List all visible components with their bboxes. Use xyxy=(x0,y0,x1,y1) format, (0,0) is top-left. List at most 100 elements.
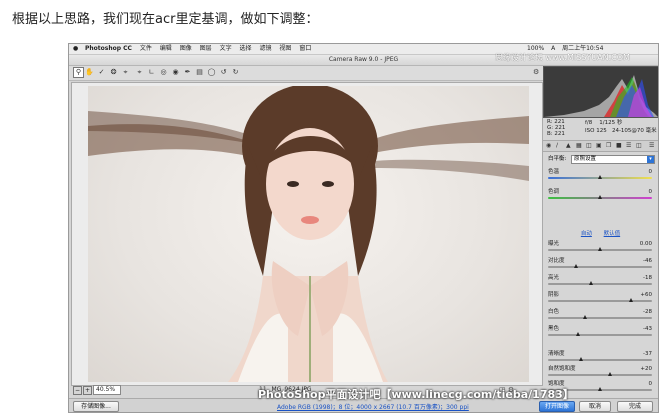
white-balance-icon[interactable]: ✓ xyxy=(97,68,106,77)
slider-sliders_mid-4[interactable]: 白色 -28 xyxy=(548,309,652,321)
spot-removal-icon[interactable]: ◎ xyxy=(159,68,168,77)
camera-calibration-tab-icon[interactable]: ■ xyxy=(616,141,622,151)
slider-value[interactable]: -43 xyxy=(643,326,652,332)
red-eye-icon[interactable]: ◉ xyxy=(171,68,180,77)
slider-sliders_mid-3[interactable]: 阴影 +60 xyxy=(548,292,652,304)
targeted-adjust-icon[interactable]: ⌖ xyxy=(121,68,130,77)
rotate-left-icon[interactable]: ↺ xyxy=(219,68,228,77)
menu-view[interactable]: 视图 xyxy=(279,45,291,52)
slider-thumb[interactable] xyxy=(574,264,579,268)
adjustment-panel: R: 221 G: 221 B: 221 f/8 1/125 秒 ISO 125… xyxy=(543,66,658,397)
slider-thumb[interactable] xyxy=(579,357,584,361)
cancel-button[interactable]: 取消 xyxy=(579,401,611,412)
slider-thumb[interactable] xyxy=(598,195,602,199)
input-method-indicator[interactable]: A xyxy=(551,45,555,52)
slider-value[interactable]: +20 xyxy=(640,366,652,372)
slider-track[interactable] xyxy=(548,374,652,376)
slider-sliders_bottom-0[interactable]: 清晰度 -37 xyxy=(548,351,652,363)
zoom-icon[interactable]: ⚲ xyxy=(73,67,84,78)
hsl-tab-icon[interactable]: ▦ xyxy=(576,141,582,151)
menu-layer[interactable]: 图层 xyxy=(200,45,212,52)
slider-value[interactable]: 0 xyxy=(649,381,653,387)
menu-window[interactable]: 窗口 xyxy=(299,45,311,52)
slider-sliders_mid-2[interactable]: 高光 -18 xyxy=(548,275,652,287)
color-sampler-icon[interactable]: ❂ xyxy=(109,68,118,77)
straighten-icon[interactable]: ∟ xyxy=(147,68,156,77)
slider-track[interactable] xyxy=(548,359,652,361)
crop-icon[interactable]: ⌖ xyxy=(135,68,144,77)
menu-image[interactable]: 图像 xyxy=(180,45,192,52)
slider-sliders_mid-5[interactable]: 黑色 -43 xyxy=(548,326,652,338)
hand-icon[interactable]: ✋ xyxy=(85,68,94,77)
zoom-level-select[interactable]: 40.5% xyxy=(93,385,121,395)
slider-track[interactable] xyxy=(548,266,652,268)
snapshots-tab-icon[interactable]: ◫ xyxy=(636,141,642,151)
slider-thumb[interactable] xyxy=(588,281,593,285)
done-button[interactable]: 完成 xyxy=(617,401,653,412)
panel-menu-icon[interactable]: ☰ xyxy=(649,141,654,151)
save-image-button[interactable]: 存储图像... xyxy=(73,401,119,412)
graduated-filter-icon[interactable]: ▤ xyxy=(195,68,204,77)
slider-value[interactable]: 0.00 xyxy=(640,241,652,247)
zoom-out-button[interactable]: − xyxy=(73,386,82,395)
slider-value[interactable]: -46 xyxy=(643,258,652,264)
slider-sliders_mid-1[interactable]: 对比度 -46 xyxy=(548,258,652,270)
slider-thumb[interactable] xyxy=(598,175,602,179)
apple-icon[interactable]: ● xyxy=(73,44,79,54)
split-toning-tab-icon[interactable]: ◫ xyxy=(586,141,592,151)
slider-value[interactable]: -37 xyxy=(643,351,652,357)
menu-edit[interactable]: 编辑 xyxy=(160,45,172,52)
slider-value[interactable]: 0 xyxy=(649,189,653,195)
menu-type[interactable]: 文字 xyxy=(220,45,232,52)
slider-thumb[interactable] xyxy=(583,315,588,319)
menu-file[interactable]: 文件 xyxy=(140,45,152,52)
battery-percent[interactable]: 100% xyxy=(527,45,544,52)
slider-value[interactable]: -28 xyxy=(643,309,652,315)
white-balance-select[interactable]: 原照设置 ▾ xyxy=(571,155,655,164)
slider-thumb[interactable] xyxy=(608,372,613,376)
lens-tab-icon[interactable]: ▣ xyxy=(596,141,602,151)
slider-label: 自然饱和度 xyxy=(548,366,576,372)
aperture-value: f/8 xyxy=(585,120,593,126)
slider-thumb[interactable] xyxy=(576,332,581,336)
slider-thumb[interactable] xyxy=(598,387,602,391)
preferences-icon[interactable]: ⚙ xyxy=(533,68,539,76)
radial-filter-icon[interactable]: ◯ xyxy=(207,68,216,77)
auto-link[interactable]: 自动 xyxy=(581,231,592,237)
slider-track[interactable] xyxy=(548,300,652,302)
menu-app-name[interactable]: Photoshop CC xyxy=(85,45,132,52)
brush-icon[interactable]: ✒ xyxy=(183,68,192,77)
zoom-in-button[interactable]: + xyxy=(83,386,92,395)
slider-sliders_top-0[interactable]: 色温 0 xyxy=(548,169,652,181)
slider-label: 阴影 xyxy=(548,292,560,298)
clock[interactable]: 周二上午10:54 xyxy=(562,45,603,52)
workflow-options-link[interactable]: Adobe RGB (1998)；8 位；4000 x 2667 (10.7 百… xyxy=(277,402,469,411)
slider-value[interactable]: 0 xyxy=(649,169,653,175)
slider-value[interactable]: -18 xyxy=(643,275,652,281)
rotate-right-icon[interactable]: ↻ xyxy=(231,68,240,77)
slider-thumb[interactable] xyxy=(629,298,634,302)
slider-thumb[interactable] xyxy=(598,247,602,251)
chevron-down-icon: ▾ xyxy=(647,156,654,163)
slider-track[interactable] xyxy=(548,283,652,285)
camera-info-row-1: f/8 1/125 秒 xyxy=(585,120,622,126)
basic-tab-icon[interactable]: ◉ xyxy=(546,141,551,151)
presets-tab-icon[interactable]: ☰ xyxy=(626,141,631,151)
slider-sliders_bottom-1[interactable]: 自然饱和度 +20 xyxy=(548,366,652,378)
detail-tab-icon[interactable]: ▲ xyxy=(566,141,571,151)
menu-select[interactable]: 选择 xyxy=(240,45,252,52)
open-image-button[interactable]: 打开图像 xyxy=(539,401,575,412)
slider-sliders_top-1[interactable]: 色调 0 xyxy=(548,189,652,201)
slider-track[interactable] xyxy=(548,317,652,319)
slider-value[interactable]: +60 xyxy=(640,292,652,298)
iso-value: ISO 125 xyxy=(585,128,607,134)
auto-default-row: 自动 默认值 xyxy=(543,229,658,237)
tone-curve-tab-icon[interactable]: ∕ xyxy=(556,141,558,151)
slider-track[interactable] xyxy=(548,334,652,336)
image-preview[interactable] xyxy=(71,82,543,386)
slider-sliders_mid-0[interactable]: 曝光 0.00 xyxy=(548,241,652,253)
effects-tab-icon[interactable]: ❐ xyxy=(606,141,611,151)
lens-value: 24-105@70 毫米 xyxy=(611,128,657,134)
default-link[interactable]: 默认值 xyxy=(604,231,621,237)
menu-filter[interactable]: 滤镜 xyxy=(259,45,271,52)
